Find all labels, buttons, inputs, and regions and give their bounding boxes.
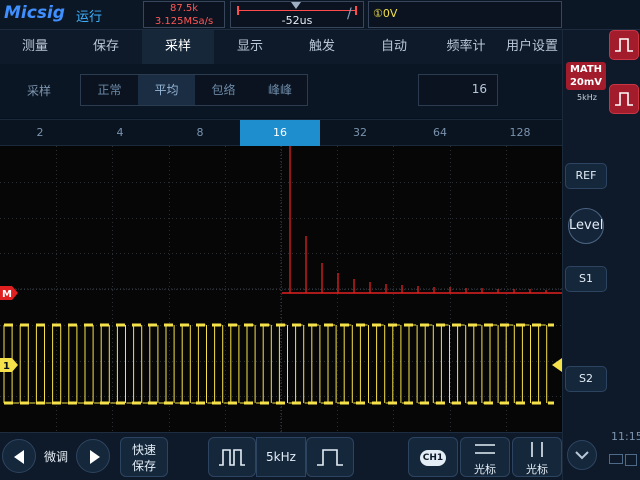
fine-decrease-button[interactable] — [2, 439, 36, 473]
average-count-selector: 2 4 8 16 32 64 128 — [0, 119, 562, 146]
tab-display[interactable]: 显示 — [214, 30, 286, 64]
tab-trigger[interactable]: 触发 — [286, 30, 358, 64]
math-waveform — [282, 146, 562, 294]
main-menu: 测量 保存 采样 显示 触发 自动 频率计 用户设置 — [0, 30, 562, 64]
tab-sampling[interactable]: 采样 — [142, 30, 214, 64]
right-panel: MATH 20mV 5kHz REF Level S1 S2 11:15 — [562, 30, 640, 480]
count-option-32[interactable]: 32 — [320, 120, 400, 146]
ch1-button[interactable]: CH1 — [408, 437, 458, 477]
pulse-wide-icon — [317, 449, 343, 466]
mode-peak[interactable]: 峰峰 — [252, 75, 308, 105]
brand-logo: Micsig — [4, 3, 65, 23]
mode-envelope[interactable]: 包络 — [195, 75, 252, 105]
horizontal-cursor-label: 光标 — [474, 463, 496, 476]
grid — [0, 146, 562, 432]
pulse-icon — [615, 38, 633, 52]
waveform-canvas: M 1 — [0, 146, 562, 432]
average-count-value: 16 — [471, 82, 487, 96]
math-pulse-button[interactable] — [609, 84, 639, 114]
sampling-label: 采样 — [27, 84, 52, 98]
tab-user-settings[interactable]: 用户设置 — [502, 30, 562, 64]
triangle-left-icon — [14, 450, 24, 464]
ch1-badge: CH1 — [420, 450, 446, 466]
quick-save-button[interactable]: 快速 保存 — [120, 437, 168, 477]
quick-save-label-1: 快速 — [131, 443, 156, 457]
ch1-channel-marker[interactable]: 1 — [0, 358, 18, 372]
ch1-marker-label: 1 — [3, 361, 10, 372]
vertical-cursor-button[interactable]: 光标 — [512, 437, 562, 477]
tab-frequency-counter[interactable]: 频率计 — [430, 30, 502, 64]
status-bar: Micsig 运行 87.5k 3.125MSa/s -52us / ①0V — [0, 0, 640, 30]
count-option-4[interactable]: 4 — [80, 120, 160, 146]
level-knob[interactable]: Level — [568, 208, 604, 244]
timebase-offset: -52us — [281, 14, 313, 27]
clock: 11:15 — [611, 430, 640, 443]
math-channel-badge[interactable]: MATH 20mV — [566, 62, 606, 90]
oscilloscope-screen: Micsig 运行 87.5k 3.125MSa/s -52us / ①0V 测… — [0, 0, 640, 480]
run-state-button[interactable]: 运行 — [76, 6, 102, 25]
chevron-down-icon — [575, 451, 589, 460]
screen-icon — [609, 454, 623, 464]
ref-button[interactable]: REF — [565, 163, 607, 189]
mode-average[interactable]: 平均 — [138, 75, 195, 105]
fine-adjust-label: 微调 — [44, 450, 69, 464]
horizontal-cursor-icon — [475, 444, 495, 454]
timebase-indicator[interactable]: -52us — [230, 1, 364, 28]
count-option-16[interactable]: 16 — [240, 120, 320, 146]
trigger-info[interactable]: ①0V — [368, 1, 562, 28]
quick-save-label-2: 保存 — [131, 459, 156, 473]
tab-auto[interactable]: 自动 — [358, 30, 430, 64]
tab-measure[interactable]: 测量 — [0, 30, 70, 64]
pulse-icon — [615, 92, 633, 106]
fine-increase-button[interactable] — [76, 439, 110, 473]
memory-window-bar — [239, 10, 355, 11]
vertical-cursor-icon — [531, 442, 543, 457]
count-option-2[interactable]: 2 — [0, 120, 80, 146]
mode-normal[interactable]: 正常 — [81, 75, 138, 105]
math-label: MATH — [569, 64, 603, 75]
bottom-toolbar: 微调 快速 保存 5kHz CH1 光标 光标 — [0, 432, 562, 480]
s2-button[interactable]: S2 — [565, 366, 607, 392]
sample-rate: 3.125MSa/s — [154, 16, 214, 27]
average-count-field[interactable]: 16 — [418, 74, 498, 106]
sampling-options: 采样 正常 平均 包络 峰峰 16 — [0, 64, 562, 118]
tab-save[interactable]: 保存 — [70, 30, 142, 64]
pulse-increase-button[interactable] — [306, 437, 354, 477]
triangle-right-icon — [90, 450, 100, 464]
math-frequency: 5kHz — [577, 93, 597, 102]
waveform-display[interactable]: M 1 — [0, 146, 562, 432]
square-wave-icon — [219, 449, 245, 466]
count-option-128[interactable]: 128 — [480, 120, 560, 146]
sampling-mode-group: 正常 平均 包络 峰峰 — [80, 74, 308, 106]
acquisition-info[interactable]: 87.5k 3.125MSa/s — [143, 1, 225, 28]
math-marker-label: M — [2, 289, 12, 300]
math-waveform-button[interactable] — [609, 30, 639, 60]
horizontal-cursor-button[interactable]: 光标 — [460, 437, 510, 477]
s1-button[interactable]: S1 — [565, 266, 607, 292]
count-option-8[interactable]: 8 — [160, 120, 240, 146]
math-channel-marker[interactable]: M — [0, 286, 18, 300]
vertical-cursor-label: 光标 — [526, 463, 548, 476]
expand-panel-button[interactable] — [567, 440, 597, 470]
trigger-position-icon — [291, 2, 301, 9]
battery-icon — [625, 454, 637, 466]
pulse-decrease-button[interactable] — [208, 437, 256, 477]
frequency-display[interactable]: 5kHz — [256, 437, 306, 477]
trigger-level-marker[interactable] — [552, 358, 562, 372]
math-scale: 20mV — [569, 77, 603, 88]
trigger-slope-icon[interactable]: / — [347, 6, 352, 22]
trigger-level: ①0V — [373, 7, 398, 20]
count-option-64[interactable]: 64 — [400, 120, 480, 146]
ch1-waveform — [3, 323, 554, 405]
memory-depth: 87.5k — [169, 3, 199, 14]
